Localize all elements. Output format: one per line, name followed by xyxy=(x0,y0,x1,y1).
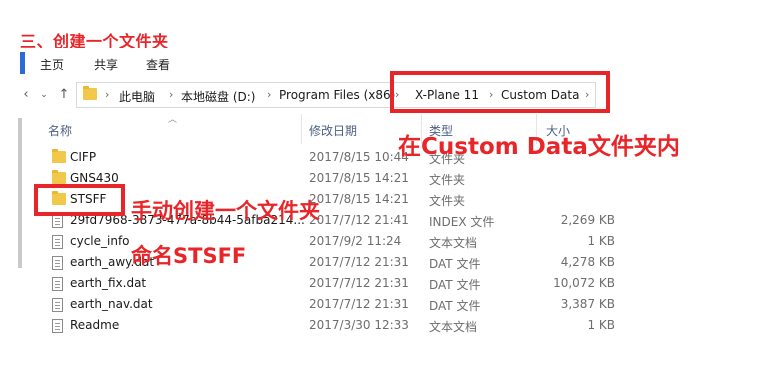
folder-icon xyxy=(52,149,66,163)
file-date: 2017/7/12 21:41 xyxy=(309,213,409,227)
file-icon xyxy=(52,214,63,228)
file-type: DAT 文件 xyxy=(429,299,481,313)
annotation-box-custom-data-path xyxy=(390,71,610,113)
column-header-modified[interactable]: 修改日期 xyxy=(309,122,357,139)
file-type: 文本文档 xyxy=(429,236,478,250)
recent-locations-chevron-icon[interactable]: ⌄ xyxy=(36,87,52,103)
back-arrow-icon[interactable]: ‹ xyxy=(18,87,34,103)
file-icon xyxy=(52,256,63,270)
list-item[interactable]: earth_fix.dat 2017/7/12 21:31 DAT 文件 10,… xyxy=(42,273,702,294)
file-type: DAT 文件 xyxy=(429,257,481,271)
chevron-right-icon[interactable]: › xyxy=(267,88,271,101)
file-icon xyxy=(52,319,63,333)
file-type: DAT 文件 xyxy=(429,278,481,292)
file-size: 4,278 KB xyxy=(560,255,615,269)
breadcrumb-this-pc[interactable]: 此电脑 xyxy=(119,88,155,105)
file-size: 2,269 KB xyxy=(560,213,615,227)
file-date: 2017/8/15 14:21 xyxy=(309,171,409,185)
list-item[interactable]: Readme 2017/3/30 12:33 文本文档 1 KB xyxy=(42,315,702,336)
chevron-right-icon[interactable]: › xyxy=(169,88,173,101)
folder-icon xyxy=(52,170,66,184)
annotation-manual-create: 手动创建一个文件夹 xyxy=(131,199,320,223)
file-name: earth_fix.dat xyxy=(70,276,147,290)
file-type: 文件夹 xyxy=(429,194,466,208)
file-size: 3,387 KB xyxy=(560,297,615,311)
tab-share[interactable]: 共享 xyxy=(94,56,118,73)
file-name: Readme xyxy=(70,318,120,332)
breadcrumb-local-disk-d[interactable]: 本地磁盘 (D:) xyxy=(181,88,255,105)
file-size: 10,072 KB xyxy=(553,276,615,290)
sort-ascending-icon: ︿ xyxy=(168,115,178,125)
address-bar: ‹ ⌄ ↑ › 此电脑 › 本地磁盘 (D:) › Program Files … xyxy=(18,82,724,108)
file-type: 文件夹 xyxy=(429,173,466,187)
tab-view[interactable]: 查看 xyxy=(146,56,170,73)
ribbon: 主页 共享 查看 xyxy=(18,48,724,78)
file-date: 2017/9/2 11:24 xyxy=(309,234,402,248)
file-size: 1 KB xyxy=(587,318,615,332)
folder-icon xyxy=(83,86,97,100)
file-type: 文本文档 xyxy=(429,320,478,334)
file-icon xyxy=(52,277,63,291)
file-date: 2017/8/15 14:21 xyxy=(309,192,409,206)
file-name: GNS430 xyxy=(70,171,119,185)
navigation-pane-scrollbar[interactable] xyxy=(18,118,22,268)
column-divider[interactable] xyxy=(301,114,302,144)
file-name: earth_nav.dat xyxy=(70,297,153,311)
file-icon xyxy=(52,298,63,312)
file-name: CIFP xyxy=(70,150,97,164)
list-item[interactable]: earth_nav.dat 2017/7/12 21:31 DAT 文件 3,3… xyxy=(42,294,702,315)
up-arrow-icon[interactable]: ↑ xyxy=(56,87,72,103)
chevron-right-icon[interactable]: › xyxy=(105,88,109,101)
tab-home[interactable]: 主页 xyxy=(40,56,64,73)
file-date: 2017/7/12 21:31 xyxy=(309,276,409,290)
annotation-rename-stsff: 命名STSFF xyxy=(131,244,247,268)
file-size: 1 KB xyxy=(587,234,615,248)
file-date: 2017/7/12 21:31 xyxy=(309,297,409,311)
annotation-box-stsff-folder xyxy=(34,184,125,216)
file-date: 2017/7/12 21:31 xyxy=(309,255,409,269)
column-header-name[interactable]: 名称 xyxy=(48,122,72,139)
file-icon xyxy=(52,235,63,249)
file-name: cycle_info xyxy=(70,234,130,248)
breadcrumb-program-files-x86[interactable]: Program Files (x86) xyxy=(279,88,395,102)
file-date: 2017/8/15 10:44 xyxy=(309,150,409,164)
ribbon-file-tab-accent[interactable] xyxy=(20,52,25,74)
file-type: INDEX 文件 xyxy=(429,215,495,229)
annotation-inside-custom-data: 在Custom Data文件夹内 xyxy=(398,134,680,160)
file-date: 2017/3/30 12:33 xyxy=(309,318,409,332)
list-item[interactable]: GNS430 2017/8/15 14:21 文件夹 xyxy=(42,168,702,189)
